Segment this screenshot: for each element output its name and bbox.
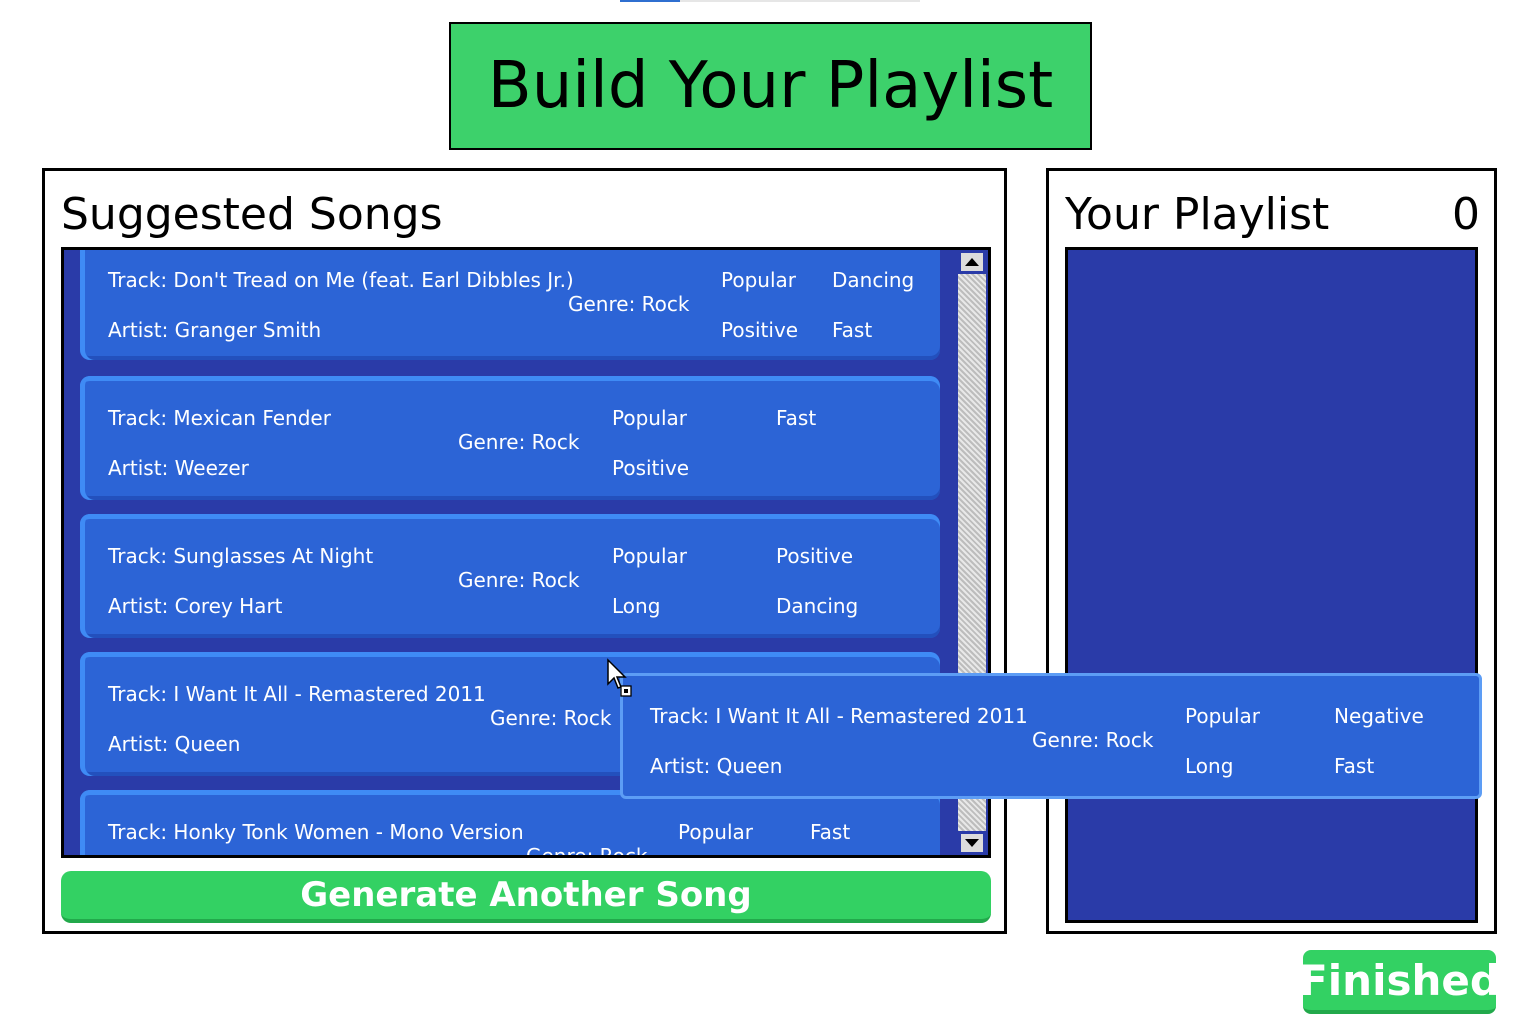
song-tag: Dancing bbox=[832, 268, 915, 292]
song-card[interactable]: Track: Sunglasses At Night Artist: Corey… bbox=[80, 514, 940, 638]
top-strip bbox=[680, 0, 920, 2]
playlist-heading: Your Playlist bbox=[1065, 189, 1330, 240]
scroll-up-arrow-icon bbox=[965, 258, 979, 266]
dragged-song-card[interactable]: Track: I Want It All - Remastered 2011 A… bbox=[620, 673, 1482, 799]
song-tag: Positive bbox=[776, 544, 854, 568]
song-tag: Long bbox=[1185, 754, 1234, 778]
song-track: Track: Honky Tonk Women - Mono Version bbox=[108, 820, 524, 844]
song-card[interactable]: Track: Don't Tread on Me (feat. Earl Dib… bbox=[80, 250, 940, 360]
song-tag: Fast bbox=[810, 820, 851, 844]
scroll-up-button[interactable] bbox=[958, 250, 986, 274]
song-artist: Artist: Granger Smith bbox=[108, 318, 322, 342]
song-track: Track: Mexican Fender bbox=[108, 406, 331, 430]
scroll-down-button[interactable] bbox=[958, 831, 986, 855]
song-tag: Popular bbox=[612, 544, 687, 568]
song-tag: Popular bbox=[678, 820, 753, 844]
song-tag: Dancing bbox=[776, 594, 859, 618]
song-genre: Genre: Rock bbox=[1032, 728, 1154, 752]
page-title: Build Your Playlist bbox=[449, 22, 1092, 150]
generate-another-song-button[interactable]: Generate Another Song bbox=[61, 871, 991, 923]
song-tag: Positive bbox=[721, 318, 799, 342]
song-track: Track: I Want It All - Remastered 2011 bbox=[650, 704, 1028, 728]
song-track: Track: I Want It All - Remastered 2011 bbox=[108, 682, 486, 706]
song-tag: Popular bbox=[1185, 704, 1260, 728]
song-tag: Fast bbox=[832, 318, 873, 342]
suggested-songs-heading: Suggested Songs bbox=[61, 189, 443, 240]
playlist-count: 0 bbox=[1452, 189, 1480, 240]
song-genre: Genre: Rock bbox=[568, 292, 690, 316]
song-genre: Genre: Rock bbox=[490, 706, 612, 730]
song-card[interactable]: Track: Mexican Fender Artist: Weezer Gen… bbox=[80, 376, 940, 500]
song-artist: Artist: Queen bbox=[108, 732, 241, 756]
suggested-songs-panel: Suggested Songs Track: Don't Tread on Me… bbox=[42, 168, 1007, 934]
song-artist: Artist: Weezer bbox=[108, 456, 249, 480]
finished-button[interactable]: Finished bbox=[1299, 950, 1500, 1014]
song-track: Track: Sunglasses At Night bbox=[108, 544, 374, 568]
song-genre: Genre: Rock bbox=[458, 568, 580, 592]
song-genre: Genre: Rock bbox=[458, 430, 580, 454]
song-tag: Positive bbox=[612, 456, 690, 480]
scroll-down-arrow-icon bbox=[965, 839, 979, 847]
song-tag: Long bbox=[612, 594, 661, 618]
top-strip-accent bbox=[620, 0, 680, 2]
song-tag: Popular bbox=[721, 268, 796, 292]
mouse-pointer-icon bbox=[607, 658, 632, 697]
song-tag: Popular bbox=[612, 406, 687, 430]
song-track: Track: Don't Tread on Me (feat. Earl Dib… bbox=[108, 268, 574, 292]
song-tag: Fast bbox=[1334, 754, 1375, 778]
song-artist: Artist: Corey Hart bbox=[108, 594, 283, 618]
song-card[interactable]: Track: Honky Tonk Women - Mono Version G… bbox=[80, 790, 940, 858]
song-genre: Genre: Rock bbox=[526, 844, 648, 858]
song-tag: Negative bbox=[1334, 704, 1424, 728]
playlist-panel: Your Playlist 0 bbox=[1046, 168, 1497, 934]
playlist-drop-area[interactable] bbox=[1065, 247, 1478, 923]
song-artist: Artist: Queen bbox=[650, 754, 783, 778]
song-tag: Fast bbox=[776, 406, 817, 430]
